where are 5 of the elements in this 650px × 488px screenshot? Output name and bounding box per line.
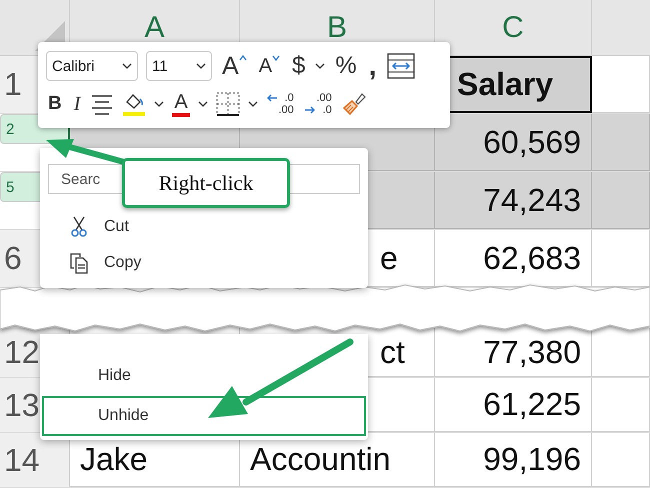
table-cell: 99,196: [435, 433, 592, 487]
table-cell: 60,569: [435, 114, 592, 171]
table-cell: 61,225: [435, 378, 592, 432]
right-click-tooltip: Right-click: [122, 158, 290, 208]
table-cell: 74,243: [435, 172, 592, 229]
